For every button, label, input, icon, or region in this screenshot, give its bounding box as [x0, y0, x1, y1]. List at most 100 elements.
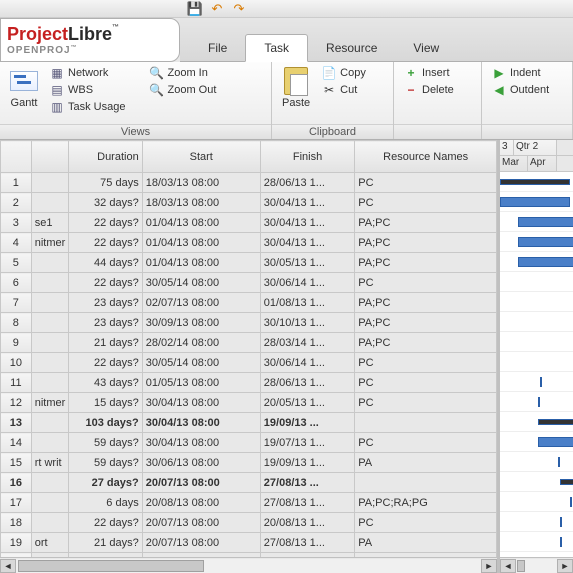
cell-finish[interactable]: 01/08/13 1...	[260, 293, 354, 313]
cell-duration[interactable]: 15 days?	[69, 393, 142, 413]
cell-info[interactable]	[31, 373, 69, 393]
cell-start[interactable]: 01/04/13 08:00	[142, 213, 260, 233]
zoom-out-button[interactable]: 🔍Zoom Out	[145, 82, 220, 98]
cell-info[interactable]	[31, 493, 69, 513]
cell-start[interactable]: 01/05/13 08:00	[142, 373, 260, 393]
cell-duration[interactable]: 21 days?	[69, 533, 142, 553]
row-index[interactable]: 7	[1, 293, 32, 313]
cell-duration[interactable]: 43 days?	[69, 373, 142, 393]
gantt-row[interactable]	[500, 472, 573, 492]
cell-duration[interactable]: 22 days?	[69, 233, 142, 253]
row-index[interactable]: 2	[1, 193, 32, 213]
cell-info[interactable]	[31, 273, 69, 293]
cell-duration[interactable]: 22 days?	[69, 213, 142, 233]
chart-horizontal-scrollbar[interactable]: ◄ ►	[500, 557, 573, 573]
cell-resource[interactable]: PA;PC	[355, 333, 497, 353]
gantt-button[interactable]: Gantt	[6, 65, 42, 111]
gantt-bar[interactable]	[538, 437, 573, 447]
row-index[interactable]: 17	[1, 493, 32, 513]
cell-info[interactable]	[31, 253, 69, 273]
cell-finish[interactable]: 30/06/14 1...	[260, 353, 354, 373]
cell-finish[interactable]: 30/04/13 1...	[260, 233, 354, 253]
gantt-bar[interactable]	[560, 537, 562, 547]
gantt-row[interactable]	[500, 492, 573, 512]
cell-duration[interactable]: 103 days?	[69, 413, 142, 433]
redo-icon[interactable]: ↷	[232, 2, 246, 16]
table-row[interactable]: 175 days18/03/13 08:0028/06/13 1...PC	[1, 173, 497, 193]
cell-duration[interactable]: 22 days?	[69, 353, 142, 373]
cell-duration[interactable]: 32 days?	[69, 193, 142, 213]
cell-duration[interactable]: 75 days	[69, 173, 142, 193]
cut-button[interactable]: ✂Cut	[318, 82, 370, 98]
gantt-bar[interactable]	[560, 479, 573, 485]
cell-info[interactable]	[31, 313, 69, 333]
cell-info[interactable]	[31, 173, 69, 193]
cell-start[interactable]: 30/04/13 08:00	[142, 393, 260, 413]
cell-start[interactable]: 30/04/13 08:00	[142, 413, 260, 433]
table-row[interactable]: 176 days20/08/13 08:0027/08/13 1...PA;PC…	[1, 493, 497, 513]
undo-icon[interactable]: ↶	[210, 2, 224, 16]
row-index[interactable]: 8	[1, 313, 32, 333]
cell-info[interactable]	[31, 293, 69, 313]
cell-info[interactable]	[31, 433, 69, 453]
gantt-row[interactable]	[500, 512, 573, 532]
gantt-bar[interactable]	[518, 237, 573, 247]
paste-button[interactable]: Paste	[278, 65, 314, 111]
gantt-row[interactable]	[500, 252, 573, 272]
cell-finish[interactable]: 28/06/13 1...	[260, 173, 354, 193]
table-row[interactable]: 1459 days?30/04/13 08:0019/07/13 1...PC	[1, 433, 497, 453]
cell-finish[interactable]: 30/05/13 1...	[260, 253, 354, 273]
copy-button[interactable]: 📄Copy	[318, 65, 370, 81]
col-header-info[interactable]	[31, 141, 69, 173]
cell-resource[interactable]	[355, 473, 497, 493]
gantt-row[interactable]	[500, 272, 573, 292]
table-row[interactable]: 544 days?01/04/13 08:0030/05/13 1...PA;P…	[1, 253, 497, 273]
row-index[interactable]: 18	[1, 513, 32, 533]
cell-start[interactable]: 01/04/13 08:00	[142, 253, 260, 273]
row-index[interactable]: 4	[1, 233, 32, 253]
cell-finish[interactable]: 30/04/13 1...	[260, 213, 354, 233]
cell-finish[interactable]: 19/07/13 1...	[260, 433, 354, 453]
gantt-bar[interactable]	[500, 197, 570, 207]
gantt-row[interactable]	[500, 212, 573, 232]
cell-finish[interactable]: 20/05/13 1...	[260, 393, 354, 413]
cell-finish[interactable]: 28/03/14 1...	[260, 333, 354, 353]
cell-info[interactable]: nitmer	[31, 393, 69, 413]
tab-resource[interactable]: Resource	[308, 35, 395, 61]
cell-start[interactable]: 20/07/13 08:00	[142, 473, 260, 493]
gantt-bar[interactable]	[540, 377, 542, 387]
cell-duration[interactable]: 22 days?	[69, 273, 142, 293]
cell-info[interactable]	[31, 353, 69, 373]
gantt-bars[interactable]	[500, 172, 573, 557]
scroll-right-icon[interactable]: ►	[481, 559, 497, 573]
cell-resource[interactable]: PC	[355, 193, 497, 213]
cell-duration[interactable]: 6 days	[69, 493, 142, 513]
gantt-bar[interactable]	[518, 217, 573, 227]
cell-info[interactable]: ort	[31, 533, 69, 553]
cell-info[interactable]	[31, 413, 69, 433]
network-button[interactable]: ▦Network	[46, 65, 129, 81]
cell-duration[interactable]: 23 days?	[69, 313, 142, 333]
gantt-bar[interactable]	[558, 457, 560, 467]
col-header-index[interactable]	[1, 141, 32, 173]
table-row[interactable]: 3se122 days?01/04/13 08:0030/04/13 1...P…	[1, 213, 497, 233]
col-header-resource[interactable]: Resource Names	[355, 141, 497, 173]
gantt-row[interactable]	[500, 352, 573, 372]
tab-view[interactable]: View	[395, 35, 457, 61]
gantt-row[interactable]	[500, 372, 573, 392]
gantt-bar[interactable]	[570, 497, 572, 507]
table-row[interactable]: 921 days?28/02/14 08:0028/03/14 1...PA;P…	[1, 333, 497, 353]
table-row[interactable]: 13103 days?30/04/13 08:0019/09/13 ...	[1, 413, 497, 433]
cell-info[interactable]	[31, 473, 69, 493]
cell-info[interactable]	[31, 513, 69, 533]
cell-duration[interactable]: 23 days?	[69, 293, 142, 313]
table-row[interactable]: 232 days?18/03/13 08:0030/04/13 1...PC	[1, 193, 497, 213]
row-index[interactable]: 13	[1, 413, 32, 433]
row-index[interactable]: 1	[1, 173, 32, 193]
row-index[interactable]: 10	[1, 353, 32, 373]
col-header-start[interactable]: Start	[142, 141, 260, 173]
gantt-row[interactable]	[500, 452, 573, 472]
scroll-right-icon[interactable]: ►	[557, 559, 573, 573]
col-header-duration[interactable]: Duration	[69, 141, 142, 173]
cell-duration[interactable]: 21 days?	[69, 333, 142, 353]
